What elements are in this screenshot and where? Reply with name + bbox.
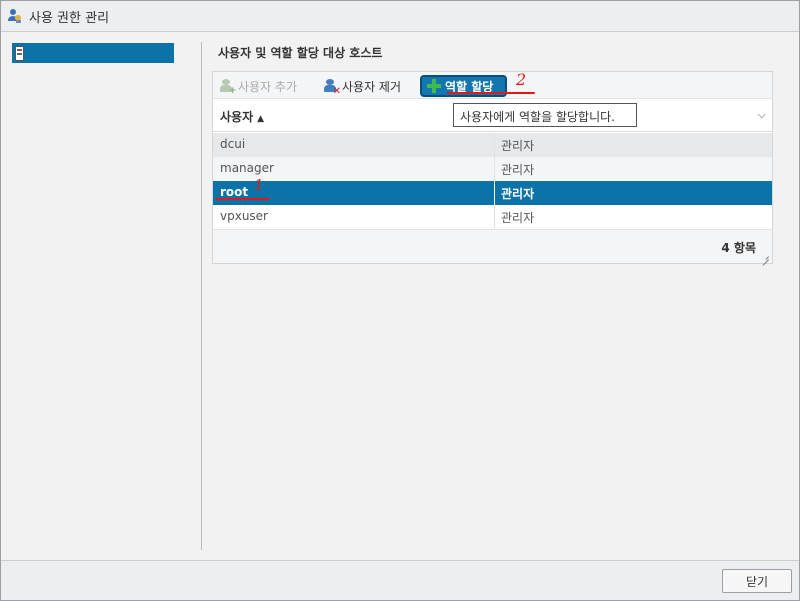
host-server-icon xyxy=(15,45,24,61)
table-row[interactable]: vpxuser 관리자 xyxy=(213,205,772,229)
remove-user-button[interactable]: ✕ 사용자 제거 xyxy=(324,75,401,97)
annotation-underline-2 xyxy=(447,92,535,94)
item-count: 4 항목 xyxy=(721,241,756,255)
host-tree-pane xyxy=(1,32,186,560)
tree-item-host[interactable] xyxy=(12,43,174,63)
cell-user: dcui xyxy=(220,137,246,151)
assign-role-icon xyxy=(427,79,441,93)
title-bar: 사용 권한 관리 xyxy=(1,1,799,32)
cell-role: 관리자 xyxy=(501,187,535,201)
column-header-user[interactable]: 사용자 ▲ xyxy=(220,108,264,125)
remove-user-icon: ✕ xyxy=(324,79,341,97)
add-user-icon: + xyxy=(220,79,237,96)
cell-user: manager xyxy=(220,161,274,175)
annotation-step-2: 2 xyxy=(516,70,527,89)
cell-role: 관리자 xyxy=(501,163,535,177)
section-title: 사용자 및 역할 할당 대상 호스트 xyxy=(218,46,383,60)
add-user-button[interactable]: + 사용자 추가 xyxy=(220,75,297,97)
dialog-window: 사용 권한 관리 사용자 및 역할 할당 대상 호스트 + 사용자 추가 ✕ 사… xyxy=(0,0,800,601)
annotation-step-1: 1 xyxy=(254,176,264,194)
grid-toolbar: + 사용자 추가 ✕ 사용자 제거 역할 할당 xyxy=(213,72,772,99)
cell-user: root xyxy=(220,185,249,199)
remove-user-label: 사용자 제거 xyxy=(342,79,402,94)
cell-user: vpxuser xyxy=(220,209,268,223)
dialog-content: 사용자 및 역할 할당 대상 호스트 + 사용자 추가 ✕ 사용자 제거 역할 … xyxy=(1,32,799,560)
cell-role: 관리자 xyxy=(501,139,535,153)
annotation-underline-1 xyxy=(215,198,270,200)
column-menu-chevron-icon[interactable]: ⌵ xyxy=(758,108,766,122)
resize-grip-icon[interactable] xyxy=(761,252,769,260)
table-row-selected[interactable]: root 관리자 xyxy=(213,181,772,205)
grid-footer: 4 항목 xyxy=(213,229,772,263)
sort-ascending-icon: ▲ xyxy=(257,114,265,124)
table-row[interactable]: manager 관리자 xyxy=(213,157,772,181)
assign-role-tooltip: 사용자에게 역할을 할당합니다. xyxy=(453,103,637,127)
table-row[interactable]: dcui 관리자 xyxy=(213,133,772,157)
user-role-grid: + 사용자 추가 ✕ 사용자 제거 역할 할당 사용자 ▲ ⌵ dcui 관리자… xyxy=(212,71,773,264)
window-title: 사용 권한 관리 xyxy=(29,10,110,26)
add-user-label: 사용자 추가 xyxy=(238,79,298,94)
permissions-app-icon xyxy=(7,8,23,24)
pane-divider[interactable] xyxy=(201,42,202,550)
dialog-button-bar: 닫기 xyxy=(1,560,799,600)
cell-role: 관리자 xyxy=(501,211,535,225)
close-button[interactable]: 닫기 xyxy=(722,569,792,593)
